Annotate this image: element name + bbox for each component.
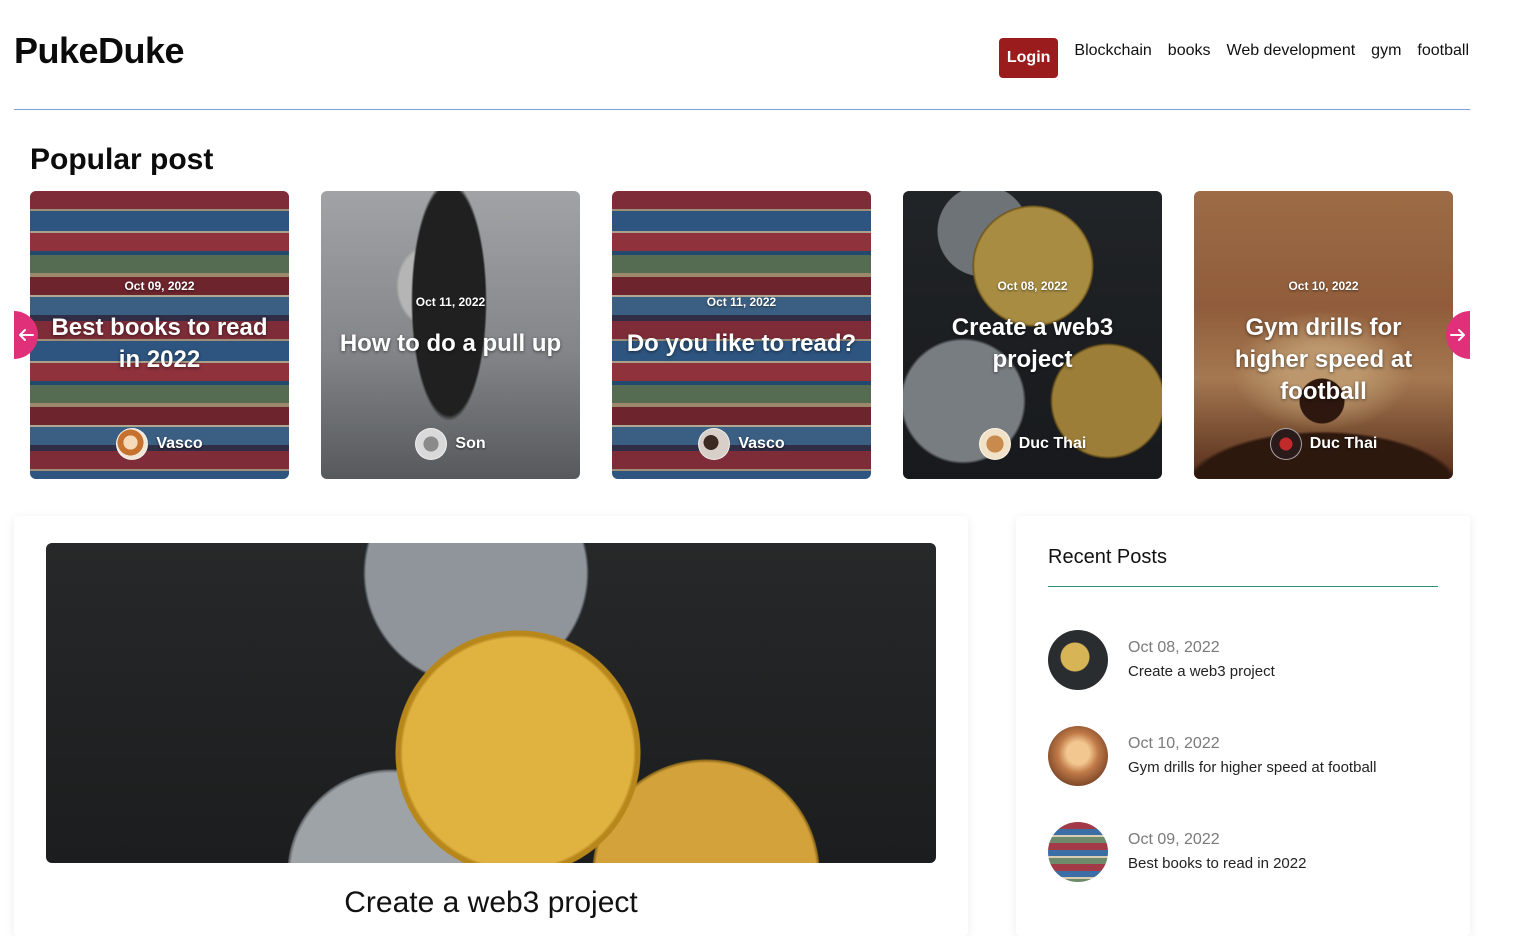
card-title: Do you like to read? xyxy=(626,330,857,357)
recent-post-item[interactable]: Oct 08, 2022 Create a web3 project xyxy=(1048,630,1438,690)
recent-posts-panel: Recent Posts Oct 08, 2022 Create a web3 … xyxy=(1016,516,1470,936)
card-author: Vasco xyxy=(30,428,289,460)
avatar xyxy=(698,428,731,460)
card-title: Gym drills for higher speed at football xyxy=(1234,314,1413,405)
card-date: Oct 10, 2022 xyxy=(1288,279,1359,293)
author-name: Duc Thai xyxy=(1018,435,1087,452)
featured-post-title[interactable]: Create a web3 project xyxy=(14,886,968,920)
card-date: Oct 09, 2022 xyxy=(124,279,195,293)
popular-card[interactable]: Oct 09, 2022 Best books to read in 2022 … xyxy=(30,191,289,479)
card-author: Vasco xyxy=(612,428,871,460)
recent-post-date: Oct 09, 2022 xyxy=(1128,831,1220,848)
arrow-right-icon xyxy=(1450,329,1465,341)
recent-post-title[interactable]: Best books to read in 2022 xyxy=(1128,853,1306,875)
recent-post-title[interactable]: Create a web3 project xyxy=(1128,661,1275,683)
avatar xyxy=(415,428,448,460)
featured-post-image xyxy=(46,543,936,863)
recent-post-item[interactable]: Oct 10, 2022 Gym drills for higher speed… xyxy=(1048,726,1438,786)
card-title: Best books to read in 2022 xyxy=(51,314,268,373)
nav-link-books[interactable]: books xyxy=(1168,39,1211,63)
recent-post-thumbnail xyxy=(1048,726,1108,786)
login-button[interactable]: Login xyxy=(998,38,1059,78)
popular-card[interactable]: Oct 10, 2022 Gym drills for higher speed… xyxy=(1194,191,1453,479)
recent-post-title[interactable]: Gym drills for higher speed at football xyxy=(1128,757,1376,779)
avatar xyxy=(978,428,1011,460)
featured-post[interactable]: Create a web3 project xyxy=(14,516,968,936)
arrow-left-icon xyxy=(19,329,34,341)
nav-link-gym[interactable]: gym xyxy=(1371,39,1401,63)
avatar xyxy=(116,428,149,460)
recent-posts-title: Recent Posts xyxy=(1048,546,1167,568)
popular-card[interactable]: Oct 08, 2022 Create a web3 project Duc T… xyxy=(903,191,1162,479)
card-author: Son xyxy=(321,428,580,460)
recent-post-item[interactable]: Oct 09, 2022 Best books to read in 2022 xyxy=(1048,822,1438,882)
brand-logo[interactable]: PukeDuke xyxy=(14,30,185,72)
popular-card[interactable]: Oct 11, 2022 How to do a pull up Son xyxy=(321,191,580,479)
card-title: Create a web3 project xyxy=(951,314,1114,373)
avatar xyxy=(1269,428,1302,460)
card-title: How to do a pull up xyxy=(339,330,562,357)
card-date: Oct 08, 2022 xyxy=(997,279,1068,293)
card-date: Oct 11, 2022 xyxy=(706,295,777,309)
card-author: Duc Thai xyxy=(1194,428,1453,460)
recent-post-date: Oct 08, 2022 xyxy=(1128,639,1220,656)
recent-post-thumbnail xyxy=(1048,630,1108,690)
recent-posts-divider xyxy=(1048,586,1438,587)
nav-link-web-development[interactable]: Web development xyxy=(1227,39,1356,63)
nav-link-football[interactable]: football xyxy=(1417,39,1469,63)
author-name: Vasco xyxy=(738,435,785,452)
author-name: Duc Thai xyxy=(1309,435,1378,452)
recent-post-thumbnail xyxy=(1048,822,1108,882)
author-name: Vasco xyxy=(156,435,203,452)
header-divider xyxy=(14,109,1470,110)
card-author: Duc Thai xyxy=(903,428,1162,460)
author-name: Son xyxy=(455,435,486,452)
card-date: Oct 11, 2022 xyxy=(415,295,486,309)
popular-card[interactable]: Oct 11, 2022 Do you like to read? Vasco xyxy=(612,191,871,479)
popular-section-title: Popular post xyxy=(30,143,214,176)
recent-post-date: Oct 10, 2022 xyxy=(1128,735,1220,752)
nav-link-blockchain[interactable]: Blockchain xyxy=(1074,39,1151,63)
main-nav: Login Blockchain books Web development g… xyxy=(998,38,1469,78)
